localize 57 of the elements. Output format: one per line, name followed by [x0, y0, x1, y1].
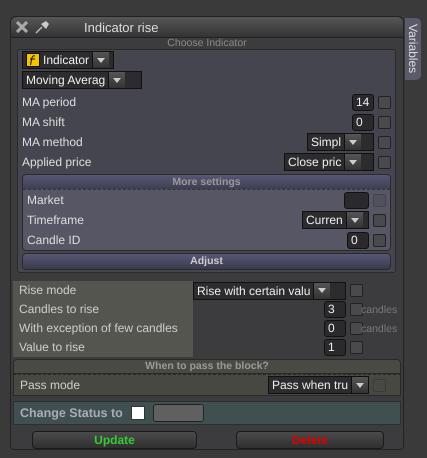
dropdown[interactable]: Rise with certain valu: [193, 282, 346, 300]
field-label: Candle ID: [27, 233, 82, 248]
status-label: Change Status to: [20, 406, 123, 420]
close-icon[interactable]: [16, 21, 28, 34]
field-label: Market: [27, 193, 65, 208]
section-header: More settings: [23, 175, 390, 190]
caret-icon: [313, 282, 330, 299]
number-field[interactable]: 1: [324, 339, 346, 356]
checkbox[interactable]: [350, 284, 363, 298]
average-dropdown[interactable]: Moving Averag: [22, 71, 142, 90]
unit-label: candles: [361, 304, 398, 316]
checkbox[interactable]: [350, 322, 363, 336]
dropdown[interactable]: Close pric: [284, 153, 374, 172]
input-field[interactable]: [344, 192, 369, 209]
caret-icon: [344, 134, 362, 150]
field-label: With exception of few candles: [13, 319, 193, 338]
status-field[interactable]: [152, 404, 204, 422]
field-label: Rise mode: [13, 281, 193, 300]
field-label: Candles to rise: [13, 300, 193, 320]
checkbox[interactable]: [350, 341, 363, 354]
window-title: Indicator rise: [84, 20, 158, 35]
checkbox[interactable]: [378, 156, 391, 169]
field-label: Applied price: [22, 155, 92, 170]
caret-icon: [108, 72, 126, 88]
type-dropdown[interactable]: Indicator: [22, 51, 114, 70]
number-field[interactable]: 0: [324, 320, 346, 338]
caret-icon: [351, 377, 368, 394]
section-header: Choose Indicator: [166, 38, 248, 50]
caret-icon: [346, 212, 363, 228]
adjust-button[interactable]: Adjust: [22, 253, 391, 270]
field-label: Timeframe: [27, 213, 85, 228]
number-field[interactable]: 14: [352, 94, 374, 111]
dropdown[interactable]: Simpl: [307, 133, 374, 152]
variables-tab[interactable]: Variables: [405, 18, 421, 80]
number-field[interactable]: 0: [352, 114, 374, 131]
checkbox[interactable]: [373, 234, 386, 247]
field-label: MA method: [22, 135, 84, 150]
section-header: When to pass the block?: [13, 359, 401, 374]
unit-label: candles: [361, 322, 398, 335]
field-label: MA shift: [22, 115, 66, 130]
checkbox[interactable]: [350, 303, 363, 316]
checkbox[interactable]: [373, 214, 386, 227]
number-field[interactable]: 0: [347, 232, 369, 249]
checkbox[interactable]: [378, 136, 391, 149]
field-label: MA period: [22, 95, 78, 110]
function-icon: [26, 53, 40, 68]
number-field[interactable]: 3: [324, 301, 346, 318]
checkbox[interactable]: [130, 406, 145, 420]
pin-icon[interactable]: [34, 20, 50, 34]
checkbox[interactable]: [378, 116, 391, 129]
field-label: Pass mode: [19, 376, 82, 394]
field-label: Value to rise: [13, 338, 193, 358]
checkbox[interactable]: [378, 96, 391, 109]
update-button[interactable]: Update: [32, 431, 197, 449]
caret-icon: [92, 52, 110, 68]
caret-icon: [344, 154, 362, 170]
dropdown[interactable]: Curren: [302, 211, 369, 230]
